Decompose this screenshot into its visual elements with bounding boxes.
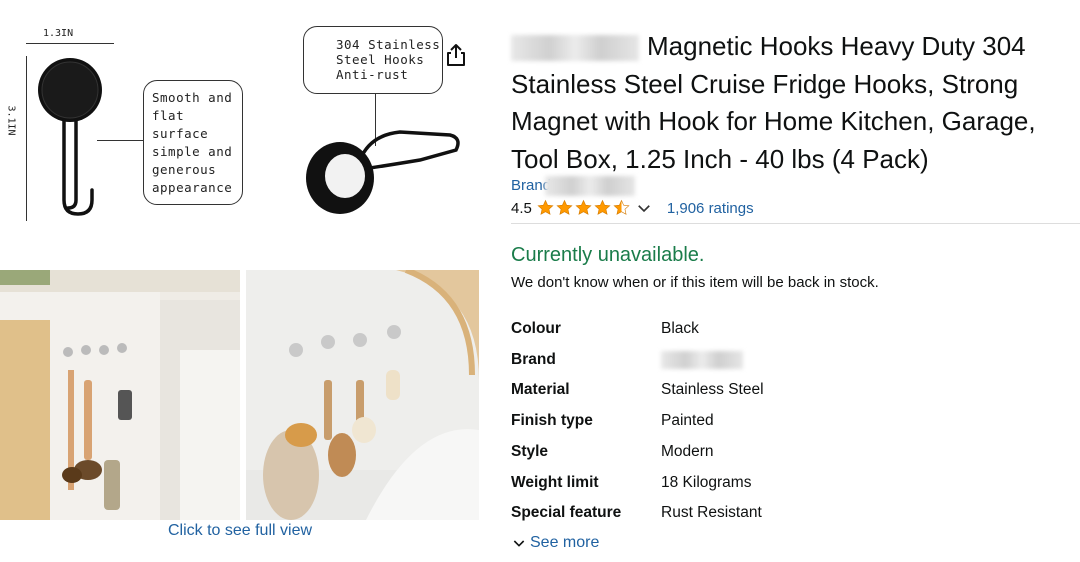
feature-callout-stainless: 304 Stainless Steel Hooks Anti-rust bbox=[303, 26, 443, 94]
spec-label: Style bbox=[511, 443, 549, 460]
spec-label: Brand bbox=[511, 351, 556, 368]
spec-row-weight-limit: Weight limit 18 Kilograms bbox=[511, 474, 911, 500]
callout-line: Anti-rust bbox=[336, 67, 409, 82]
title-text: Magnetic Hooks Heavy Duty 304 bbox=[647, 31, 1026, 61]
star-icon bbox=[594, 199, 611, 215]
brand-link-redacted bbox=[545, 176, 636, 196]
spec-label: Colour bbox=[511, 320, 561, 337]
spec-row-style: Style Modern bbox=[511, 443, 911, 469]
star-rating[interactable] bbox=[536, 199, 653, 217]
star-icon bbox=[537, 199, 554, 215]
brand-store-link[interactable]: Brand bbox=[511, 176, 636, 196]
callout-line: simple and bbox=[152, 144, 233, 159]
callout-line: Smooth and bbox=[152, 90, 233, 105]
title-line-2: Stainless Steel Cruise Fridge Hooks, Str… bbox=[511, 68, 1019, 99]
callout-connector-left bbox=[97, 140, 145, 141]
title-line-4: Tool Box, 1.25 Inch - 40 lbs (4 Pack) bbox=[511, 143, 929, 174]
spec-value: Modern bbox=[661, 443, 714, 460]
width-dimension-label: 1.3IN bbox=[43, 28, 74, 39]
spec-value: Painted bbox=[661, 412, 714, 429]
product-photo-bathroom-mirror[interactable] bbox=[246, 270, 479, 520]
height-dimension-line bbox=[26, 56, 27, 221]
click-full-view-link[interactable]: Click to see full view bbox=[150, 522, 330, 540]
rating-summary: 4.5 1,906 ratings bbox=[511, 199, 754, 217]
callout-line: flat surface bbox=[152, 108, 209, 141]
title-line-3: Magnet with Hook for Home Kitchen, Garag… bbox=[511, 106, 1036, 136]
callout-line: generous bbox=[152, 162, 217, 177]
chevron-down-icon bbox=[638, 205, 650, 213]
see-more-label: See more bbox=[530, 534, 600, 551]
brand-name-redacted bbox=[511, 35, 639, 62]
spec-row-special-feature: Special feature Rust Resistant bbox=[511, 504, 911, 530]
chevron-down-icon bbox=[513, 540, 525, 547]
availability-status: Currently unavailable. bbox=[511, 244, 705, 266]
spec-value: Black bbox=[661, 320, 699, 337]
width-dimension-line bbox=[26, 43, 114, 44]
divider bbox=[511, 223, 1080, 224]
spec-row-brand: Brand bbox=[511, 351, 911, 377]
spec-label: Material bbox=[511, 381, 570, 398]
availability-note: We don't know when or if this item will … bbox=[511, 274, 879, 291]
spec-value: Stainless Steel bbox=[661, 381, 764, 398]
height-dimension-label: 3.1IN bbox=[5, 105, 17, 136]
product-title: Magnetic Hooks Heavy Duty 304 Stainless … bbox=[511, 28, 1080, 178]
rating-value: 4.5 bbox=[511, 199, 532, 217]
share-icon[interactable] bbox=[444, 42, 468, 68]
ratings-count-link[interactable]: 1,906 ratings bbox=[667, 200, 754, 217]
callout-line: 304 Stainless bbox=[336, 37, 441, 52]
feature-callout-smooth: Smooth and flat surface simple and gener… bbox=[143, 80, 243, 205]
star-icon bbox=[556, 199, 573, 215]
spec-value-redacted bbox=[661, 351, 743, 369]
product-photo-bathroom-cabinet[interactable] bbox=[0, 270, 240, 520]
star-icon bbox=[575, 199, 592, 215]
callout-line: appearance bbox=[152, 180, 233, 195]
spec-row-colour: Colour Black bbox=[511, 320, 911, 346]
spec-label: Finish type bbox=[511, 412, 593, 429]
photo-cabinet-scene bbox=[0, 270, 240, 520]
spec-value: Rust Resistant bbox=[661, 504, 762, 521]
callout-line: Steel Hooks bbox=[336, 52, 425, 67]
see-more-toggle[interactable]: See more bbox=[511, 534, 599, 552]
half-star-icon bbox=[613, 199, 630, 215]
hook-side-illustration bbox=[306, 130, 460, 214]
hook-front-illustration bbox=[38, 58, 102, 216]
spec-label: Special feature bbox=[511, 504, 622, 521]
spec-row-finish-type: Finish type Painted bbox=[511, 412, 911, 438]
product-diagram: 1.3IN 3.1IN Smooth and flat surface simp… bbox=[0, 0, 500, 240]
title-line-1: Magnetic Hooks Heavy Duty 304 bbox=[511, 28, 1080, 66]
spec-label: Weight limit bbox=[511, 474, 599, 491]
photo-mirror-scene bbox=[246, 270, 479, 520]
spec-row-material: Material Stainless Steel bbox=[511, 381, 911, 407]
spec-value: 18 Kilograms bbox=[661, 474, 752, 491]
